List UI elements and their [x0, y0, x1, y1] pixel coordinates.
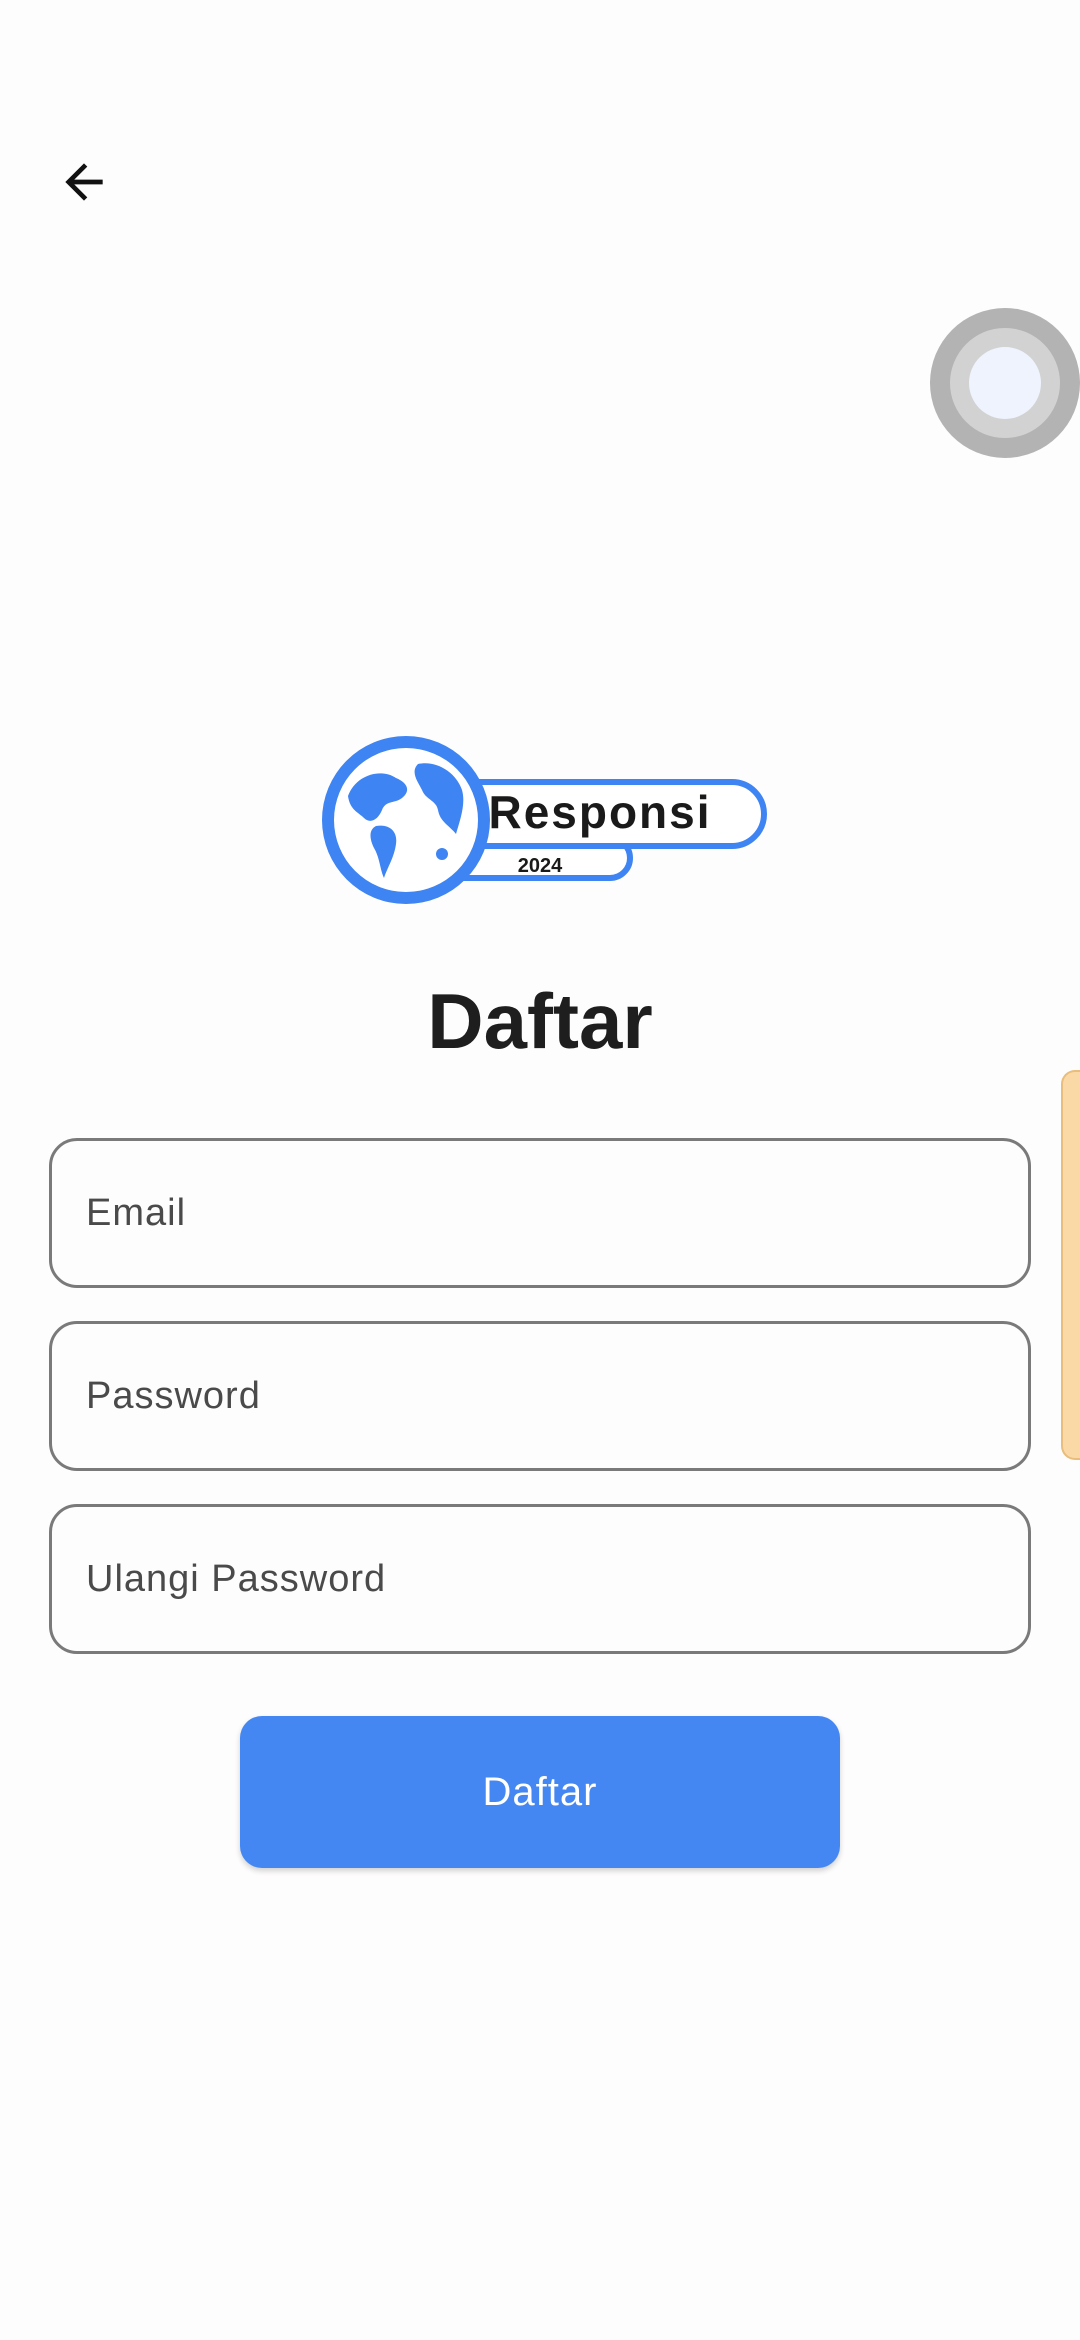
app-logo: Responsi 2024	[322, 736, 767, 904]
logo-name: Responsi	[488, 786, 711, 838]
assistive-touch-ring	[950, 328, 1060, 438]
register-button[interactable]: Daftar	[240, 1716, 840, 1868]
email-field[interactable]: Email	[49, 1138, 1031, 1288]
assistive-touch-button[interactable]	[930, 308, 1080, 458]
back-button[interactable]	[42, 140, 126, 224]
repeat-password-placeholder: Ulangi Password	[86, 1557, 387, 1600]
logo-year: 2024	[518, 855, 563, 877]
page-title: Daftar	[427, 977, 653, 1065]
password-placeholder: Password	[86, 1374, 261, 1417]
repeat-password-field[interactable]: Ulangi Password	[49, 1504, 1031, 1654]
register-button-label: Daftar	[482, 1769, 598, 1814]
register-screen: Responsi 2024 Daftar Email Password Ulan…	[0, 0, 1080, 2340]
arrow-left-icon	[65, 163, 103, 201]
assistive-touch-icon	[969, 347, 1041, 419]
password-field[interactable]: Password	[49, 1321, 1031, 1471]
email-placeholder: Email	[86, 1191, 187, 1234]
globe-icon	[322, 736, 490, 904]
edge-panel-handle[interactable]	[1061, 1070, 1080, 1460]
